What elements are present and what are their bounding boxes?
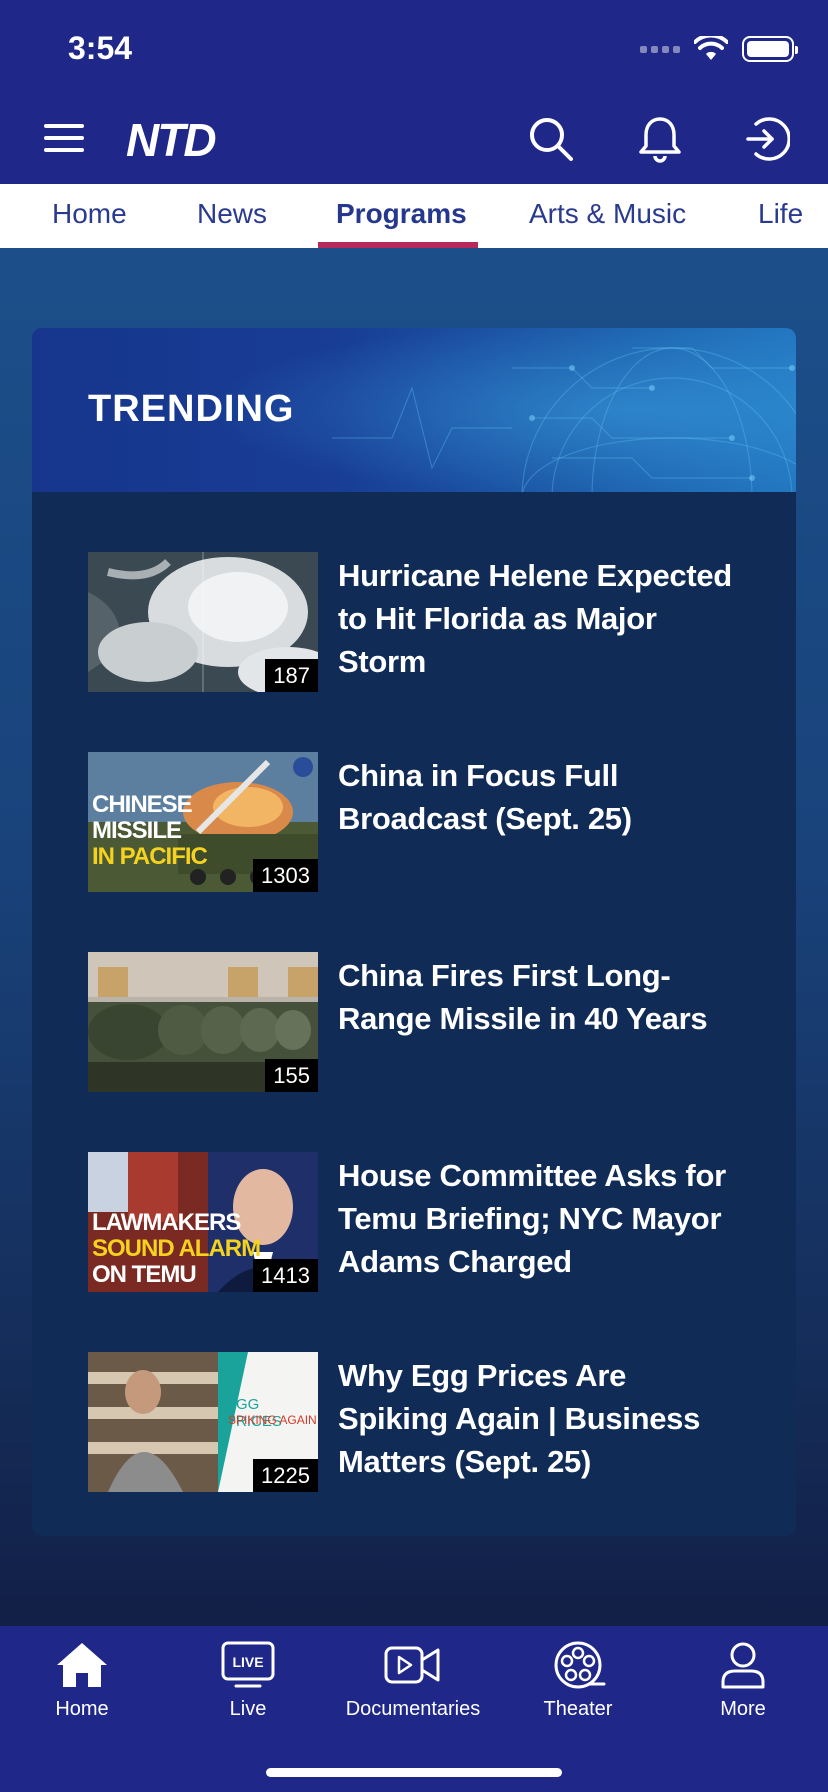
live-tv-icon: LIVE <box>221 1641 275 1688</box>
video-title[interactable]: China Fires First Long-Range Missile in … <box>338 954 738 1040</box>
status-indicators <box>640 34 798 64</box>
trending-card: TRENDING 187 Hurricane Helene Expected t… <box>32 328 796 1536</box>
video-thumbnail[interactable]: EGG PRICES SPIKING AGAIN 1225 <box>88 1352 318 1492</box>
tab-news[interactable]: News <box>197 198 267 230</box>
sign-in-icon[interactable] <box>742 115 790 163</box>
list-item[interactable]: CHINESE MISSILE IN PACIFIC 1303 China in… <box>88 752 768 892</box>
nav-more-label: More <box>720 1698 766 1720</box>
main-content: TRENDING 187 Hurricane Helene Expected t… <box>0 248 828 1626</box>
tab-life[interactable]: Life <box>758 198 803 230</box>
view-count: 1413 <box>253 1259 318 1292</box>
video-camera-icon <box>384 1646 440 1684</box>
view-count: 155 <box>265 1059 318 1092</box>
tab-home[interactable]: Home <box>52 198 127 230</box>
ntd-logo[interactable]: NTD <box>126 113 217 167</box>
view-count: 187 <box>265 659 318 692</box>
nav-more[interactable]: More <box>668 1640 818 1721</box>
nav-home[interactable]: Home <box>7 1640 157 1721</box>
nav-live-label: Live <box>229 1698 267 1720</box>
list-item[interactable]: 187 Hurricane Helene Expected to Hit Flo… <box>88 552 768 692</box>
video-thumbnail[interactable]: 187 <box>88 552 318 692</box>
film-reel-icon <box>554 1641 606 1689</box>
video-title[interactable]: Why Egg Prices Are Spiking Again | Busin… <box>338 1354 738 1483</box>
top-bar: 3:54 NTD <box>0 0 828 184</box>
nav-documentaries[interactable]: Documentaries <box>338 1640 488 1721</box>
video-title[interactable]: House Committee Asks for Temu Briefing; … <box>338 1154 738 1283</box>
view-count: 1303 <box>253 859 318 892</box>
person-icon <box>721 1642 765 1689</box>
nav-home-label: Home <box>55 1698 109 1720</box>
status-time: 3:54 <box>68 30 133 66</box>
home-icon <box>57 1643 107 1687</box>
thumbnail-caption-line: MISSILE <box>92 817 182 844</box>
thumbnail-caption-line: ON TEMU <box>92 1261 197 1288</box>
video-title[interactable]: Hurricane Helene Expected to Hit Florida… <box>338 554 738 683</box>
battery-icon <box>742 36 798 62</box>
bottom-navigation: Home LIVE Live Documentaries Theater Mor… <box>0 1626 828 1792</box>
live-icon-text: LIVE <box>232 1654 263 1670</box>
view-count: 1225 <box>253 1459 318 1492</box>
nav-theater-label: Theater <box>543 1698 613 1720</box>
cellular-signal-icon <box>640 45 680 53</box>
trending-header: TRENDING <box>32 328 796 492</box>
wifi-icon <box>694 36 728 60</box>
list-item[interactable]: EGG PRICES SPIKING AGAIN 1225 Why Egg Pr… <box>88 1352 768 1492</box>
thumbnail-caption-line: SOUND ALARM <box>92 1235 261 1262</box>
tab-programs[interactable]: Programs <box>336 198 467 230</box>
search-icon[interactable] <box>527 115 575 163</box>
hamburger-menu-icon[interactable] <box>44 124 84 154</box>
bell-icon[interactable] <box>636 115 684 163</box>
thumbnail-caption-line: IN PACIFIC <box>92 843 208 870</box>
list-item[interactable]: LAWMAKERS SOUND ALARM ON TEMU 1413 House… <box>88 1152 768 1292</box>
home-indicator[interactable] <box>266 1768 562 1777</box>
thumbnail-caption-line: SPIKING AGAIN <box>228 1413 317 1427</box>
video-thumbnail[interactable]: CHINESE MISSILE IN PACIFIC 1303 <box>88 752 318 892</box>
tab-arts-music[interactable]: Arts & Music <box>529 198 686 230</box>
video-title[interactable]: China in Focus Full Broadcast (Sept. 25) <box>338 754 738 840</box>
video-thumbnail[interactable]: LAWMAKERS SOUND ALARM ON TEMU 1413 <box>88 1152 318 1292</box>
trending-title: TRENDING <box>88 388 295 430</box>
nav-live[interactable]: LIVE Live <box>173 1640 323 1721</box>
category-tabs: Home News Programs Arts & Music Life <box>0 184 828 248</box>
nav-theater[interactable]: Theater <box>503 1640 653 1721</box>
thumbnail-caption-line: CHINESE <box>92 791 193 818</box>
thumbnail-caption-line: LAWMAKERS <box>92 1209 241 1236</box>
nav-documentaries-label: Documentaries <box>345 1698 481 1720</box>
video-thumbnail[interactable]: 155 <box>88 952 318 1092</box>
list-item[interactable]: 155 China Fires First Long-Range Missile… <box>88 952 768 1092</box>
